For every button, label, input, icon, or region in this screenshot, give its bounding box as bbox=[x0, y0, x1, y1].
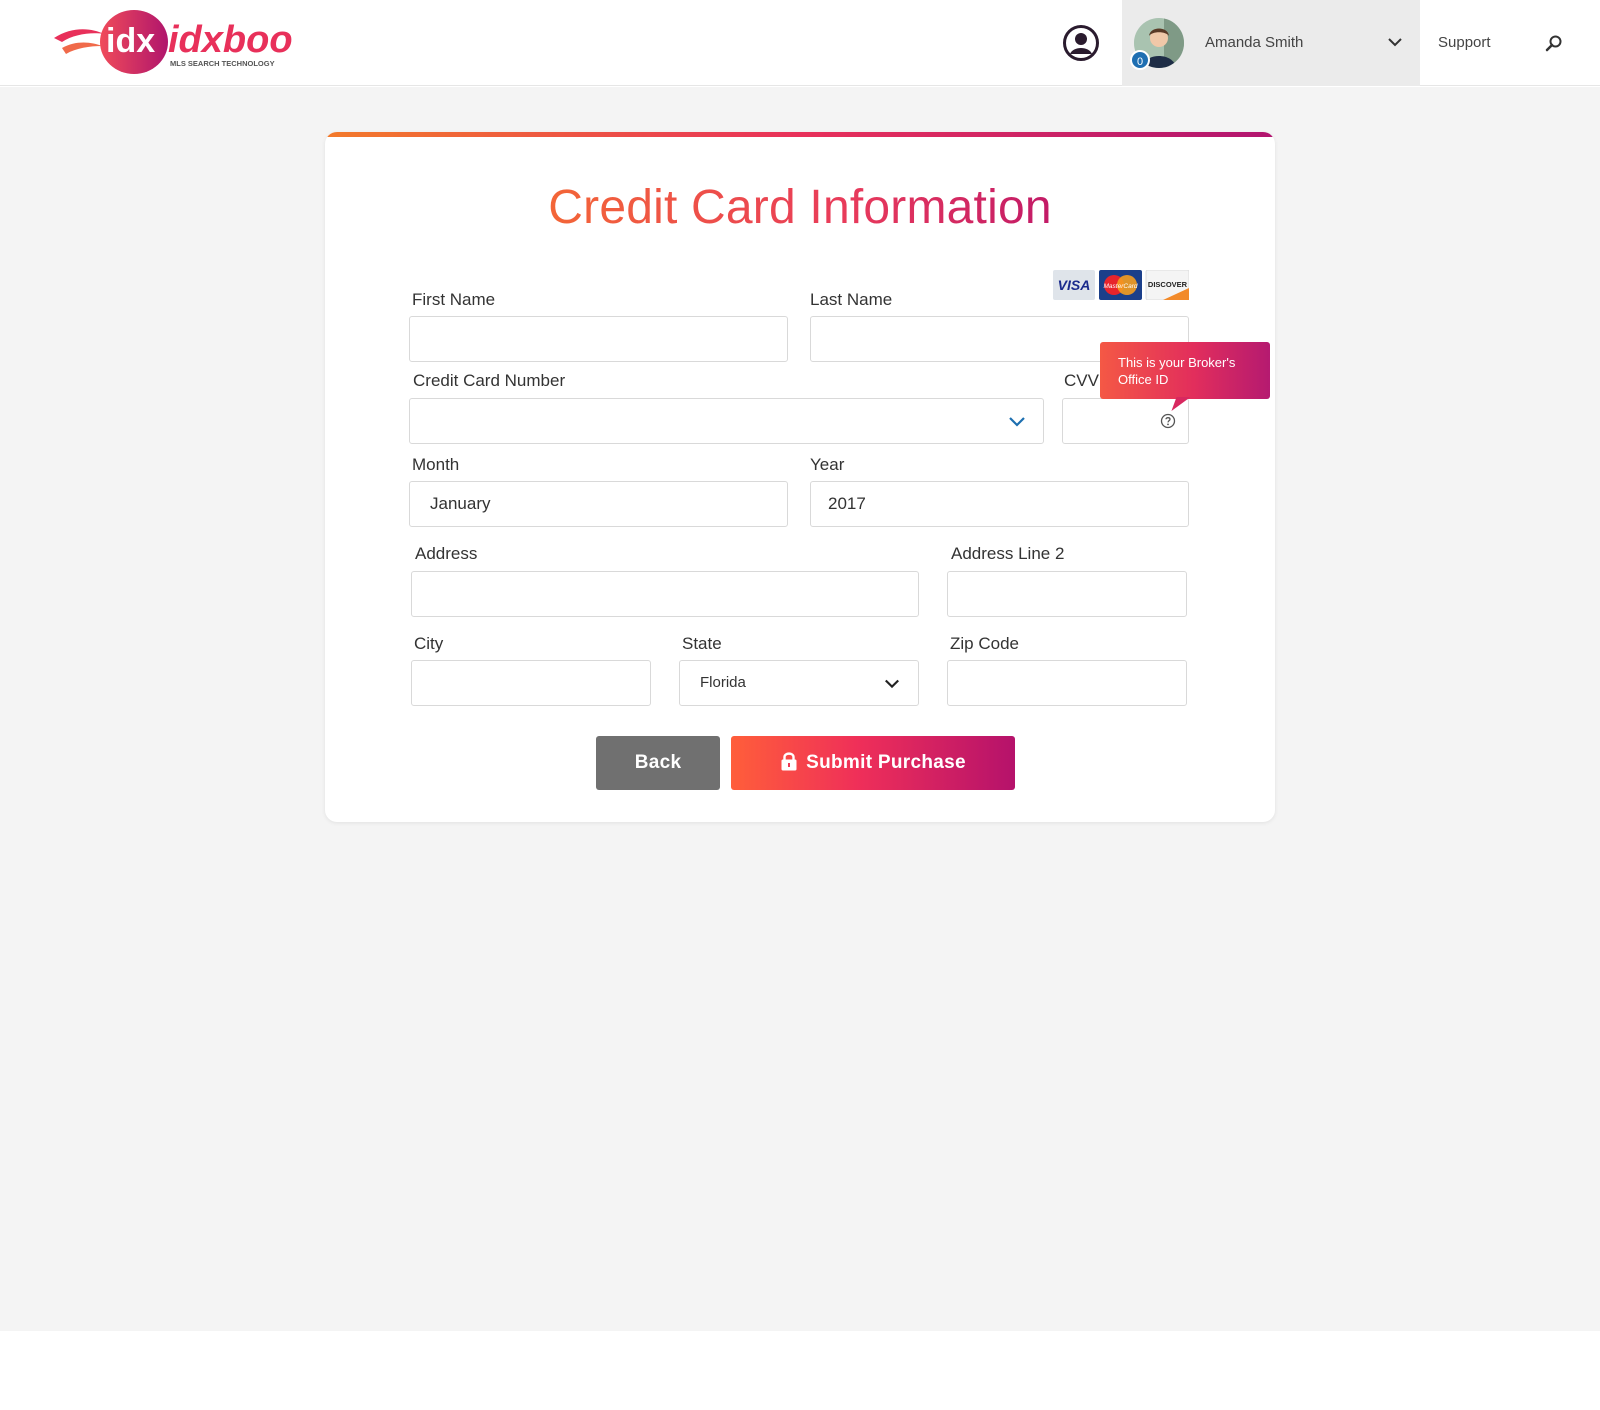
user-menu[interactable]: Amanda Smith bbox=[1122, 0, 1420, 86]
address-line-2-label: Address Line 2 bbox=[951, 544, 1065, 563]
cvv-field[interactable] bbox=[1062, 398, 1189, 444]
submit-purchase-label: Submit Purchase bbox=[806, 752, 966, 773]
notification-badge: 0 bbox=[1130, 50, 1150, 70]
page-title: Credit Card Information bbox=[548, 181, 1052, 234]
broker-id-tooltip: This is your Broker's Office ID bbox=[1100, 342, 1270, 399]
year-field[interactable]: 2017 bbox=[810, 481, 1189, 527]
month-field[interactable]: January bbox=[409, 481, 788, 527]
chevron-down-icon[interactable] bbox=[884, 678, 900, 690]
state-select[interactable]: Florida bbox=[679, 660, 919, 706]
back-button[interactable]: Back bbox=[596, 736, 720, 790]
address-label: Address bbox=[415, 544, 478, 563]
zip-code-field[interactable] bbox=[947, 660, 1187, 706]
credit-card-form: Credit Card Information VISA MasterCard … bbox=[325, 132, 1275, 822]
month-label: Month bbox=[412, 455, 460, 474]
logo-idx-text: idx bbox=[106, 22, 155, 60]
address-field[interactable] bbox=[411, 571, 919, 617]
chevron-down-icon[interactable] bbox=[1387, 35, 1403, 49]
chevron-down-icon[interactable] bbox=[1008, 416, 1026, 428]
logo-boost-text: idxboost bbox=[168, 19, 292, 61]
card-number-label: Credit Card Number bbox=[413, 371, 566, 390]
cvv-label: CVV bbox=[1064, 371, 1099, 390]
visa-logo: VISA bbox=[1058, 277, 1091, 293]
submit-purchase-button[interactable]: Submit Purchase bbox=[731, 736, 1015, 790]
search-icon[interactable] bbox=[1545, 34, 1563, 52]
account-icon[interactable] bbox=[1062, 24, 1100, 62]
city-field[interactable] bbox=[411, 660, 651, 706]
discover-logo: DISCOVER bbox=[1148, 280, 1188, 289]
mastercard-logo: MasterCard bbox=[1104, 283, 1138, 290]
help-icon[interactable] bbox=[1160, 413, 1176, 429]
first-name-field[interactable] bbox=[409, 316, 788, 362]
idxboost-logo[interactable]: idx idxboost MLS SEARCH TECHNOLOGY bbox=[52, 8, 292, 78]
back-button-label: Back bbox=[634, 752, 682, 773]
user-name: Amanda Smith bbox=[1205, 34, 1304, 51]
first-name-label: First Name bbox=[412, 290, 496, 309]
support-link[interactable]: Support bbox=[1438, 34, 1491, 51]
year-label: Year bbox=[810, 455, 845, 474]
last-name-label: Last Name bbox=[810, 290, 893, 309]
logo-tagline: MLS SEARCH TECHNOLOGY bbox=[170, 59, 275, 68]
card-accent-bar bbox=[325, 132, 1275, 137]
address-line-2-field[interactable] bbox=[947, 571, 1187, 617]
card-number-field[interactable] bbox=[409, 398, 1044, 444]
city-label: City bbox=[414, 634, 444, 653]
state-value: Florida bbox=[700, 674, 746, 691]
state-label: State bbox=[682, 634, 722, 653]
zip-code-label: Zip Code bbox=[950, 634, 1019, 653]
top-header: idx idxboost MLS SEARCH TECHNOLOGY Amand… bbox=[0, 0, 1600, 86]
lock-icon bbox=[781, 752, 797, 771]
accepted-cards-logos: VISA MasterCard DISCOVER bbox=[1053, 270, 1189, 300]
